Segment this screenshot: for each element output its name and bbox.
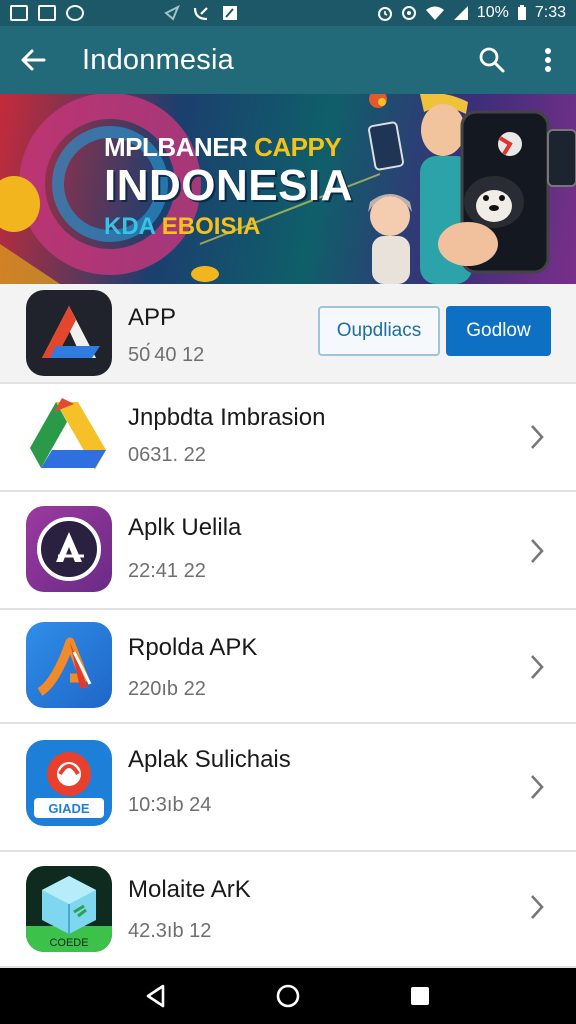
back-triangle-icon[interactable]	[143, 983, 169, 1009]
page-title: Indonmesia	[82, 43, 234, 76]
gallery-icon	[10, 5, 28, 21]
chevron-right-icon	[531, 895, 544, 919]
search-button[interactable]	[464, 26, 520, 94]
home-circle-icon[interactable]	[275, 983, 301, 1009]
banner-line1-b: CAPPY	[254, 132, 342, 162]
app-title: Molaite ArK	[128, 876, 251, 903]
mail-icon	[38, 5, 56, 21]
chevron-right-icon	[531, 655, 544, 679]
clock: 7:33	[534, 4, 566, 21]
download-button[interactable]: Godlow	[446, 306, 551, 356]
svg-text:COEDE: COEDE	[49, 937, 88, 949]
system-nav-bar	[0, 968, 576, 1024]
back-arrow-icon	[21, 49, 46, 71]
secondary-action-button[interactable]: Oupdliacs	[318, 306, 440, 356]
missed-call-icon	[193, 7, 208, 21]
list-item[interactable]: Aplk Uelila 22:41 22	[0, 492, 576, 610]
banner-line1-a: MPLBANER	[104, 132, 248, 162]
wifi-icon	[425, 6, 444, 20]
app-subtitle: 22:41 22	[128, 560, 206, 582]
app-subtitle: 42.3ıb 12	[128, 920, 212, 942]
banner-line3-a: KDA	[104, 213, 156, 241]
search-icon	[479, 47, 505, 73]
back-button[interactable]	[0, 26, 66, 94]
app-list: APP 50́ 40 12 Oupdliacs Godlow Jnpbdta I…	[0, 284, 576, 968]
list-item[interactable]: Rpolda APK 220ıb 22	[0, 610, 576, 724]
banner-line3-b: EBOISIA	[161, 213, 261, 241]
promo-banner[interactable]: MPLBANER CAPPY INDONESIA KDA EBOISIA	[0, 94, 576, 284]
svg-text:GIADE: GIADE	[48, 801, 90, 816]
app-logo-icon	[26, 290, 112, 376]
vibrate-icon	[401, 6, 416, 20]
app-title: Aplak Sulichais	[128, 746, 291, 773]
alarm-icon	[377, 7, 392, 21]
banner-line2: INDONESIA	[104, 161, 353, 210]
featured-app-subtitle: 50́ 40 12	[128, 344, 205, 366]
app-subtitle: 0631. 22	[128, 444, 206, 466]
chevron-right-icon	[531, 425, 544, 449]
featured-app-row[interactable]: APP 50́ 40 12 Oupdliacs Godlow	[0, 284, 576, 384]
red-a-icon	[26, 622, 112, 708]
signal-icon	[453, 6, 468, 20]
app-bar: Indonmesia	[0, 26, 576, 94]
list-item[interactable]: Jnpbdta Imbrasion 0631. 22	[0, 384, 576, 492]
more-vert-icon	[545, 48, 551, 72]
app-icon	[66, 5, 84, 21]
cube-icon: COEDE	[26, 866, 112, 952]
app-subtitle: 10:3ıb 24	[128, 794, 212, 816]
banner-headline: MPLBANER CAPPY INDONESIA KDA EBOISIA	[104, 132, 353, 241]
list-item[interactable]: GIADE Aplak Sulichais 10:3ıb 24	[0, 724, 576, 852]
drive-icon	[26, 394, 112, 480]
app-title: Jnpbdta Imbrasion	[128, 404, 326, 431]
gaade-icon: GIADE	[26, 740, 112, 826]
list-item[interactable]: COEDE Molaite ArK 42.3ıb 12	[0, 852, 576, 968]
chevron-right-icon	[531, 539, 544, 563]
send-icon	[164, 5, 180, 21]
recents-square-icon[interactable]	[407, 983, 433, 1009]
app-title: Aplk Uelila	[128, 514, 242, 541]
battery-percent: 10%	[476, 4, 509, 21]
more-options-button[interactable]	[520, 26, 576, 94]
status-bar: 10% 7:33	[0, 0, 576, 26]
featured-app-title: APP	[128, 304, 177, 331]
app-subtitle: 220ıb 22	[128, 678, 206, 700]
edit-icon	[223, 6, 237, 20]
app-title: Rpolda APK	[128, 634, 258, 661]
chevron-right-icon	[531, 775, 544, 799]
battery-icon	[517, 5, 526, 20]
a-logo-icon	[26, 506, 112, 592]
